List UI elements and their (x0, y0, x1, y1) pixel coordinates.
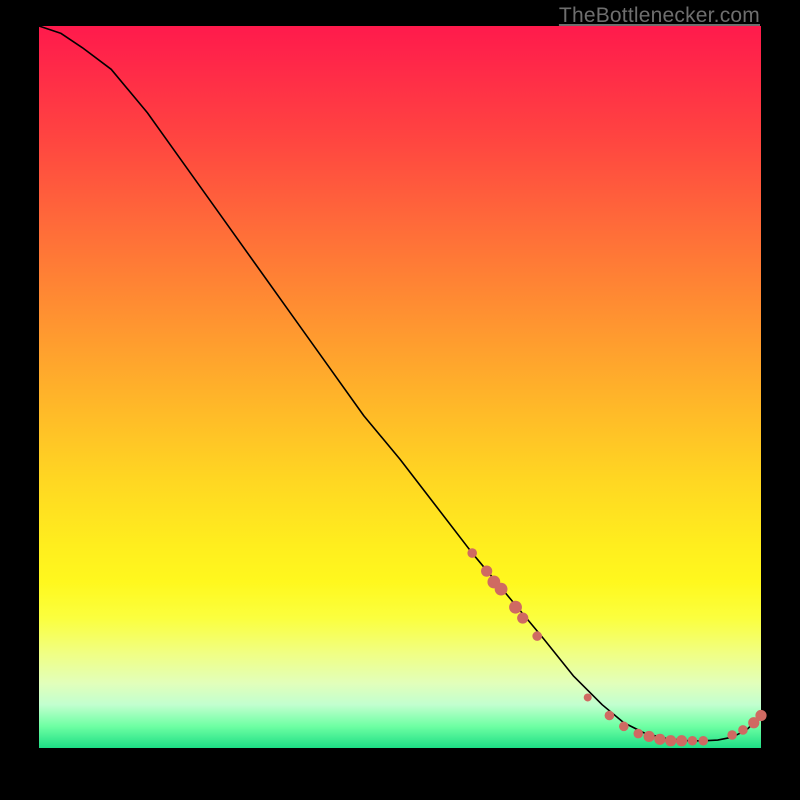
attribution-link[interactable]: TheBottlenecker.com (559, 4, 760, 28)
data-point-dot (495, 583, 508, 596)
data-point-dot (517, 612, 528, 623)
data-point-dot (605, 711, 615, 721)
data-point-dot (755, 710, 766, 721)
data-point-dot (619, 722, 629, 732)
data-point-dot (698, 736, 708, 746)
data-point-dot (481, 566, 492, 577)
data-point-dot (665, 735, 676, 746)
chart-root: TheBottlenecker.com (0, 0, 800, 800)
chart-overlay-svg (39, 26, 761, 748)
data-point-dot (532, 631, 542, 641)
data-point-dot (643, 731, 654, 742)
data-point-dot (633, 729, 643, 739)
data-point-dot (688, 736, 698, 746)
data-point-dot (738, 725, 748, 735)
data-point-dot (584, 693, 592, 701)
data-point-dot (467, 548, 477, 558)
data-point-dot (727, 730, 737, 740)
data-point-dot (509, 601, 522, 614)
data-point-dot (654, 734, 665, 745)
bottleneck-curve (39, 26, 761, 741)
data-point-dot (676, 735, 687, 746)
